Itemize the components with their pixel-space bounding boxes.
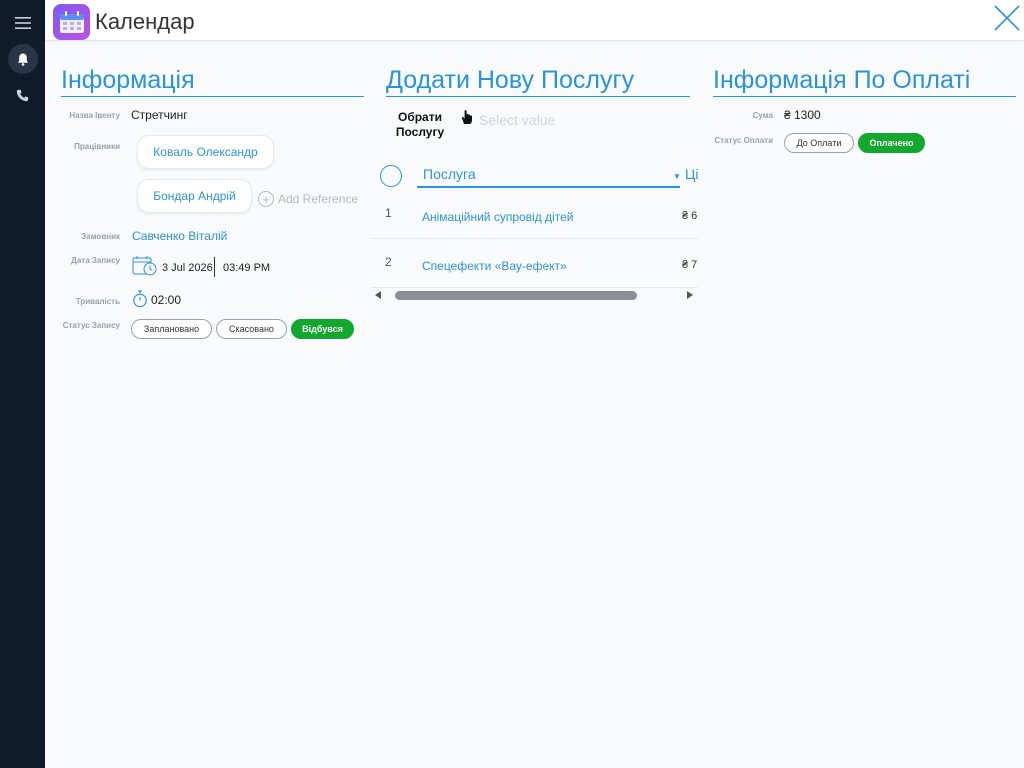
payment-heading: Інформація По Оплаті: [713, 66, 1016, 97]
event-name-value: Стретчинг: [131, 108, 188, 122]
add-reference-label: Add Reference: [278, 192, 359, 206]
services-heading: Додати Нову Послугу: [386, 66, 690, 97]
date-label: Дата Запису: [71, 256, 120, 265]
services-table: Послуга ▼ Ці 1 Анімаційний супровід діте…: [371, 157, 698, 303]
table-row[interactable]: 2 Спецефекти «Вау-ефект» ₴ 7: [371, 239, 698, 288]
row-number: 2: [385, 255, 392, 269]
sum-value: ₴ 1300: [784, 108, 821, 122]
payment-status-label: Статус Оплати: [714, 136, 773, 145]
customer-label: Замовник: [81, 232, 120, 241]
scroll-left-arrow[interactable]: [375, 291, 381, 299]
menu-icon[interactable]: [0, 7, 45, 39]
service-name-link[interactable]: Анімаційний супровід дітей: [422, 210, 573, 224]
calendar-app-icon: [53, 4, 90, 40]
status-planned-option[interactable]: Заплановано: [131, 319, 212, 339]
service-price: ₴ 7: [682, 259, 698, 271]
horizontal-scrollbar[interactable]: [395, 291, 637, 300]
service-select[interactable]: Select value: [479, 112, 555, 128]
pick-service-label: Обрати Послугу: [395, 110, 445, 139]
calendar-clock-icon[interactable]: [132, 255, 158, 282]
time-value[interactable]: 03:49 PM: [223, 262, 270, 274]
app-title: Календар: [95, 9, 195, 34]
scroll-right-arrow[interactable]: [687, 291, 693, 299]
add-reference-button[interactable]: + Add Reference: [258, 191, 358, 207]
plus-icon: +: [258, 191, 274, 207]
info-heading: Інформація: [61, 66, 364, 97]
sum-label: Сума: [752, 111, 773, 120]
worker-reference[interactable]: Бондар Андрій: [137, 179, 252, 213]
worker-reference[interactable]: Коваль Олександр: [137, 135, 274, 169]
status-cancelled-option[interactable]: Скасовано: [216, 319, 287, 339]
stopwatch-icon: [132, 290, 148, 313]
payment-due-option[interactable]: До Оплати: [784, 133, 854, 153]
bell-icon: [7, 44, 38, 74]
service-column-header[interactable]: Послуга: [417, 163, 680, 188]
phone-icon[interactable]: [0, 79, 45, 111]
record-status-label: Статус Запису: [62, 321, 120, 330]
price-column-header[interactable]: Ці: [685, 166, 698, 182]
row-number: 1: [385, 206, 392, 220]
customer-link[interactable]: Савченко Віталій: [132, 229, 227, 243]
pointer-hand-icon: [459, 108, 475, 131]
payment-paid-option[interactable]: Оплачено: [858, 133, 925, 153]
duration-value: 02:00: [151, 293, 182, 307]
status-done-option[interactable]: Відбувся: [291, 319, 354, 339]
table-row[interactable]: 1 Анімаційний супровід дітей ₴ 6: [371, 190, 698, 239]
close-icon[interactable]: [992, 3, 1022, 33]
app-header: Календар: [45, 0, 1024, 41]
select-all-checkbox[interactable]: [380, 165, 402, 187]
notifications-button[interactable]: [0, 43, 45, 75]
date-time-divider: [214, 257, 215, 277]
date-value[interactable]: 3 Jul 2026: [162, 262, 213, 274]
duration-label: Тривалість: [75, 297, 120, 306]
event-name-label: Назва Івенту: [69, 111, 120, 120]
service-name-link[interactable]: Спецефекти «Вау-ефект»: [422, 259, 567, 273]
workers-label: Працівники: [74, 142, 120, 151]
sort-arrow-icon[interactable]: ▼: [673, 172, 681, 181]
service-price: ₴ 6: [682, 210, 698, 222]
left-rail: [0, 0, 45, 768]
